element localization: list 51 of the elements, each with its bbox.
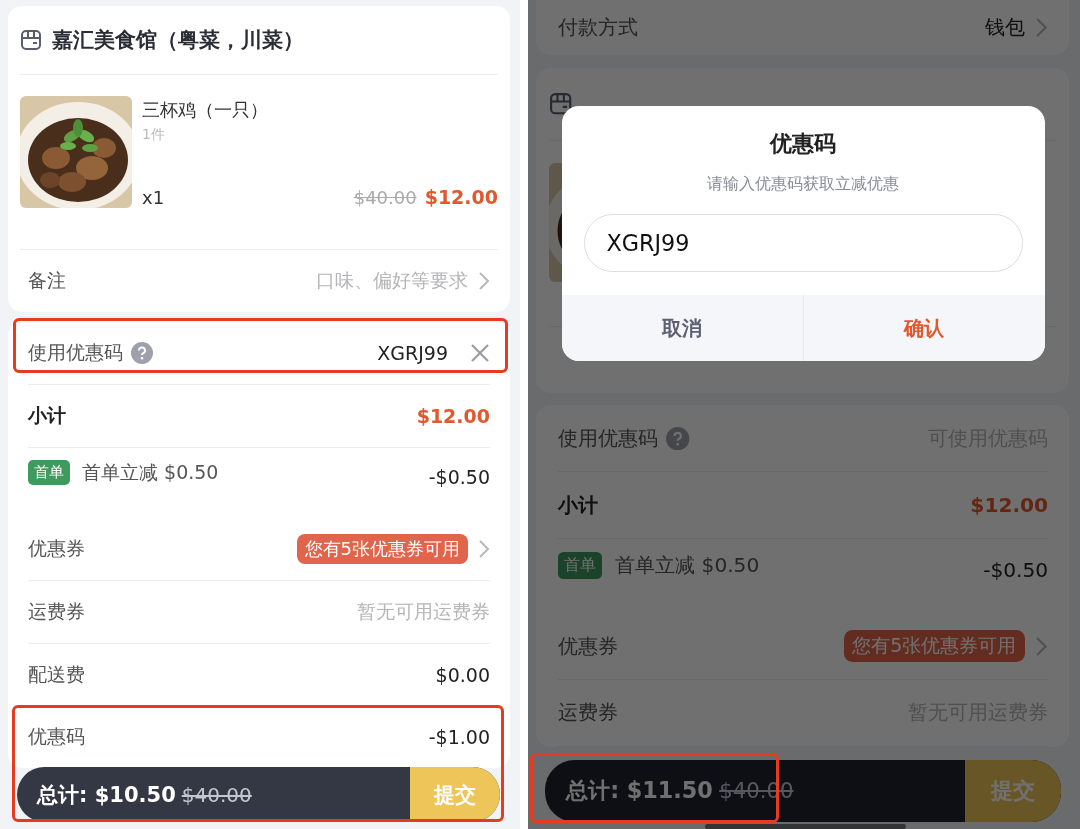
- row-label: 优惠券: [28, 536, 86, 561]
- store-icon: [20, 29, 42, 51]
- original-price: $40.00: [353, 186, 417, 208]
- coupon-badge[interactable]: 您有5张优惠券可用: [296, 534, 468, 564]
- row-label: 运费券: [557, 699, 619, 727]
- total-price: 总计: $11.50: [566, 775, 713, 805]
- store-name: 嘉汇美食馆（粤菜，川菜）: [52, 27, 304, 54]
- help-icon[interactable]: [131, 342, 153, 364]
- cancel-button[interactable]: 取消: [561, 295, 803, 361]
- first-order-tag: 首单: [557, 551, 603, 579]
- remark-label: 备注: [28, 268, 67, 293]
- quantity: x1: [142, 186, 166, 208]
- row-label: 使用优惠码: [557, 424, 658, 452]
- row-hint: 暂无可用运费券: [357, 599, 490, 624]
- row-label: 小计: [28, 403, 67, 428]
- subtotal-value: $12.00: [416, 405, 490, 427]
- row-label: 优惠券: [557, 632, 619, 660]
- dish-name: 三杯鸡（一只）: [142, 98, 269, 122]
- coupon-code-value[interactable]: XGRJ99: [377, 342, 448, 364]
- row-label: 优惠码: [28, 724, 86, 749]
- row-label: 付款方式: [557, 14, 639, 42]
- close-icon[interactable]: [470, 343, 490, 363]
- row-label: 使用优惠码: [28, 340, 123, 365]
- dialog-title: 优惠码: [770, 129, 837, 159]
- chevron-right-icon: [1035, 17, 1049, 39]
- item-count: 1件: [142, 126, 166, 144]
- confirm-button[interactable]: 确认: [802, 295, 1045, 361]
- row-label: 小计: [557, 491, 599, 519]
- discount-value: -$0.50: [983, 558, 1049, 583]
- row-label: 配送费: [28, 662, 86, 687]
- row-value: -$1.00: [428, 726, 490, 748]
- row-label: 运费券: [28, 599, 86, 624]
- discount-label: 首单立减 $0.50: [615, 551, 761, 579]
- chevron-right-icon: [478, 271, 490, 291]
- subtotal-value: $12.00: [970, 493, 1049, 518]
- payment-value[interactable]: 钱包: [984, 14, 1025, 42]
- first-order-tag: 首单: [28, 460, 70, 485]
- discount-value: -$0.50: [428, 466, 490, 488]
- total-price: 总计: $10.50: [37, 781, 176, 809]
- coupon-badge[interactable]: 您有5张优惠券可用: [843, 629, 1025, 663]
- price: $12.00: [424, 186, 498, 208]
- store-icon: [549, 92, 573, 116]
- row-value: $0.00: [435, 664, 490, 686]
- help-icon[interactable]: [666, 426, 690, 450]
- coupon-code-field[interactable]: XGRJ99: [584, 214, 1023, 272]
- discount-label: 首单立减 $0.50: [82, 460, 220, 485]
- original-total: $40.00: [181, 782, 253, 807]
- dialog-subtitle: 请输入优惠码获取立减优惠: [707, 174, 900, 196]
- chevron-right-icon: [1035, 635, 1049, 657]
- chevron-right-icon: [478, 539, 490, 559]
- remark-hint[interactable]: 口味、偏好等要求: [316, 268, 468, 294]
